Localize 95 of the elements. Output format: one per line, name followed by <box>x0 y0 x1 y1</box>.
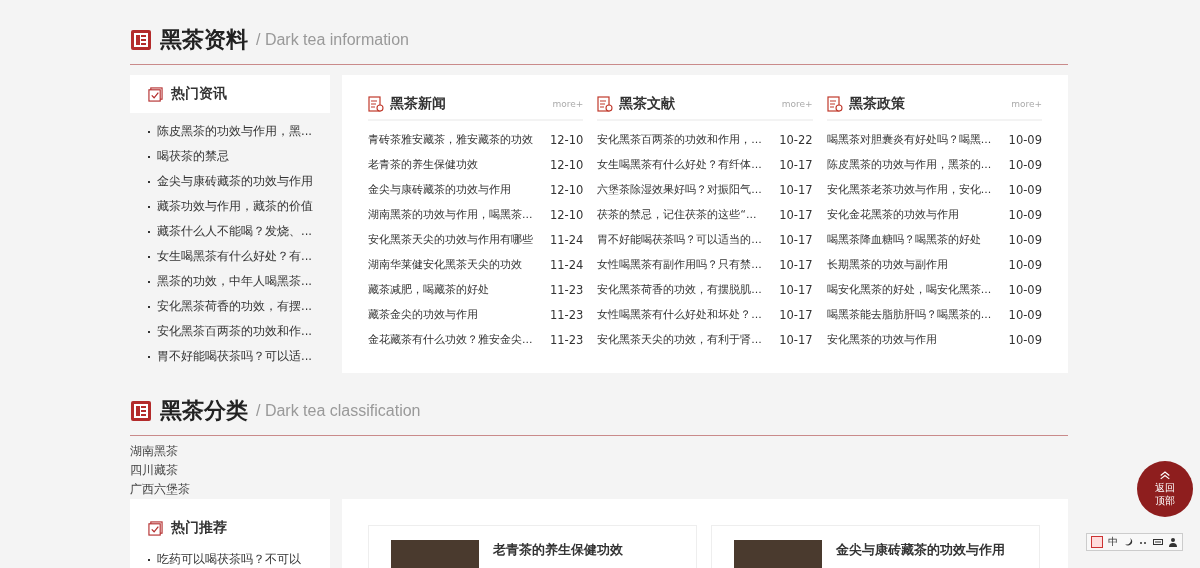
article-date: 10-09 <box>1008 257 1042 272</box>
article-link[interactable]: 女性喝黑茶有副作用吗？只有禁... <box>597 257 762 272</box>
article-link[interactable]: 藏茶减肥，喝藏茶的好处 <box>368 282 489 297</box>
article-date: 11-23 <box>549 282 584 297</box>
article-link[interactable]: 安化黑茶天尖的功效与作用有哪些 <box>368 232 533 247</box>
article-date: 10-09 <box>1008 132 1042 147</box>
article-link[interactable]: 老青茶的养生保健功效 <box>368 157 478 172</box>
card-title: 老青茶的养生保健功效 <box>493 542 623 559</box>
category-link[interactable]: 湖南黑茶 <box>130 442 178 461</box>
article-date: 10-17 <box>779 307 813 322</box>
keyboard-icon[interactable] <box>1153 537 1163 547</box>
article-card[interactable]: 金尖与康砖藏茶的功效与作用 <box>711 525 1040 568</box>
input-method-icon[interactable] <box>1091 536 1103 548</box>
news-link[interactable]: 藏茶功效与作用，藏茶的价值 <box>157 199 313 214</box>
article-link[interactable]: 金花藏茶有什么功效？雅安金尖... <box>368 332 533 347</box>
column-title: 黑茶政策 <box>848 95 906 113</box>
article-link[interactable]: 喝安化黑茶的好处，喝安化黑茶... <box>826 282 992 297</box>
news-link[interactable]: 喝茯茶的禁忌 <box>157 149 229 164</box>
column-title: 黑茶新闻 <box>390 95 447 113</box>
article-link[interactable]: 青砖茶雅安藏茶，雅安藏茶的功效 <box>368 132 533 147</box>
news-link[interactable]: 安化黑茶百两茶的功效和作... <box>157 324 312 339</box>
article-date: 10-17 <box>779 332 813 347</box>
article-link[interactable]: 安化黑茶荷香的功效，有摆脱肌... <box>597 282 762 297</box>
article-date: 12-10 <box>549 157 584 172</box>
article-link[interactable]: 藏茶金尖的功效与作用 <box>368 307 478 322</box>
document-icon <box>597 96 614 112</box>
column-title: 黑茶文献 <box>619 95 677 113</box>
article-date: 11-24 <box>549 232 584 247</box>
article-date: 11-24 <box>549 257 584 272</box>
article-link[interactable]: 安化黑茶老茶功效与作用，安化... <box>826 182 992 197</box>
news-link[interactable]: 黑茶的功效，中年人喝黑茶... <box>157 274 312 289</box>
article-date: 10-22 <box>779 132 813 147</box>
article-date: 11-23 <box>549 332 584 347</box>
moon-icon[interactable] <box>1123 537 1133 547</box>
section-subtitle: / Dark tea information <box>256 31 409 49</box>
panel-title: 热门推荐 <box>171 519 227 537</box>
checkbox-icon <box>148 520 163 536</box>
document-icon <box>826 96 843 112</box>
article-date: 10-17 <box>779 232 813 247</box>
news-icon <box>130 400 152 422</box>
article-date: 10-17 <box>779 157 813 172</box>
article-date: 10-17 <box>779 207 813 222</box>
news-link[interactable]: 安化黑茶荷香的功效，有摆... <box>157 299 312 314</box>
article-date: 10-17 <box>779 182 813 197</box>
input-mode-toggle[interactable]: 中 <box>1108 535 1118 549</box>
news-link[interactable]: 藏茶什么人不能喝？发烧、... <box>157 224 312 239</box>
card-title: 金尖与康砖藏茶的功效与作用 <box>836 542 1005 559</box>
article-link[interactable]: 喝黑茶降血糖吗？喝黑茶的好处 <box>826 232 981 247</box>
article-date: 10-09 <box>1008 282 1042 297</box>
news-link[interactable]: 陈皮黑茶的功效与作用，黑... <box>157 124 312 139</box>
news-link[interactable]: 金尖与康砖藏茶的功效与作用 <box>157 174 313 189</box>
section-subtitle: / Dark tea classification <box>256 402 421 420</box>
news-link[interactable]: 胃不好能喝茯茶吗？可以适... <box>157 349 312 364</box>
article-link[interactable]: 安化金花黑茶的功效与作用 <box>826 207 959 222</box>
article-link[interactable]: 安化黑茶百两茶的功效和作用，... <box>597 132 762 147</box>
article-link[interactable]: 喝黑茶能去脂肪肝吗？喝黑茶的... <box>826 307 992 322</box>
article-link[interactable]: 喝黑茶对胆囊炎有好处吗？喝黑... <box>826 132 992 147</box>
article-date: 12-10 <box>549 132 584 147</box>
article-date: 10-09 <box>1008 232 1042 247</box>
article-link[interactable]: 湖南黑茶的功效与作用，喝黑茶... <box>368 207 533 222</box>
section-title: 黑茶分类 <box>160 397 248 425</box>
news-icon <box>130 29 152 51</box>
user-icon[interactable] <box>1168 537 1178 547</box>
article-date: 10-09 <box>1008 332 1042 347</box>
article-date: 10-17 <box>779 282 813 297</box>
article-link[interactable]: 茯茶的禁忌，记住茯茶的这些“... <box>597 207 757 222</box>
article-date: 10-09 <box>1008 157 1042 172</box>
article-date: 10-09 <box>1008 307 1042 322</box>
article-date: 10-09 <box>1008 182 1042 197</box>
panel-title: 热门资讯 <box>171 85 227 103</box>
document-icon <box>368 96 384 112</box>
article-link[interactable]: 安化黑茶的功效与作用 <box>826 332 937 347</box>
article-date: 11-23 <box>549 307 584 322</box>
back-to-top-button[interactable]: 返回顶部 <box>1137 461 1193 517</box>
article-date: 12-10 <box>549 207 584 222</box>
category-link[interactable]: 广西六堡茶 <box>130 480 190 499</box>
article-link[interactable]: 陈皮黑茶的功效与作用，黑茶的... <box>826 157 992 172</box>
section-title: 黑茶资料 <box>160 26 248 54</box>
article-link[interactable]: 吃药可以喝茯茶吗？不可以 <box>157 551 301 568</box>
article-link[interactable]: 六堡茶除湿效果好吗？对振阳气... <box>597 182 762 197</box>
article-link[interactable]: 长期黑茶的功效与副作用 <box>826 257 948 272</box>
article-date: 10-09 <box>1008 207 1042 222</box>
article-link[interactable]: 安化黑茶天尖的功效，有利于肾... <box>597 332 762 347</box>
article-card[interactable]: 老青茶的养生保健功效 <box>368 525 697 568</box>
article-link[interactable]: 女生喝黑茶有什么好处？有纤体... <box>597 157 762 172</box>
article-link[interactable]: 湖南华莱健安化黑茶天尖的功效 <box>368 257 522 272</box>
article-date: 10-17 <box>779 257 813 272</box>
chevron-up-icon <box>1159 471 1171 480</box>
checkbox-icon <box>148 86 163 102</box>
article-link[interactable]: 女性喝黑茶有什么好处和坏处？... <box>597 307 762 322</box>
article-link[interactable]: 胃不好能喝茯茶吗？可以适当的... <box>597 232 762 247</box>
news-link[interactable]: 女生喝黑茶有什么好处？有... <box>157 249 312 264</box>
article-link[interactable]: 金尖与康砖藏茶的功效与作用 <box>368 182 511 197</box>
article-date: 12-10 <box>549 182 584 197</box>
category-link[interactable]: 四川藏茶 <box>130 461 178 480</box>
